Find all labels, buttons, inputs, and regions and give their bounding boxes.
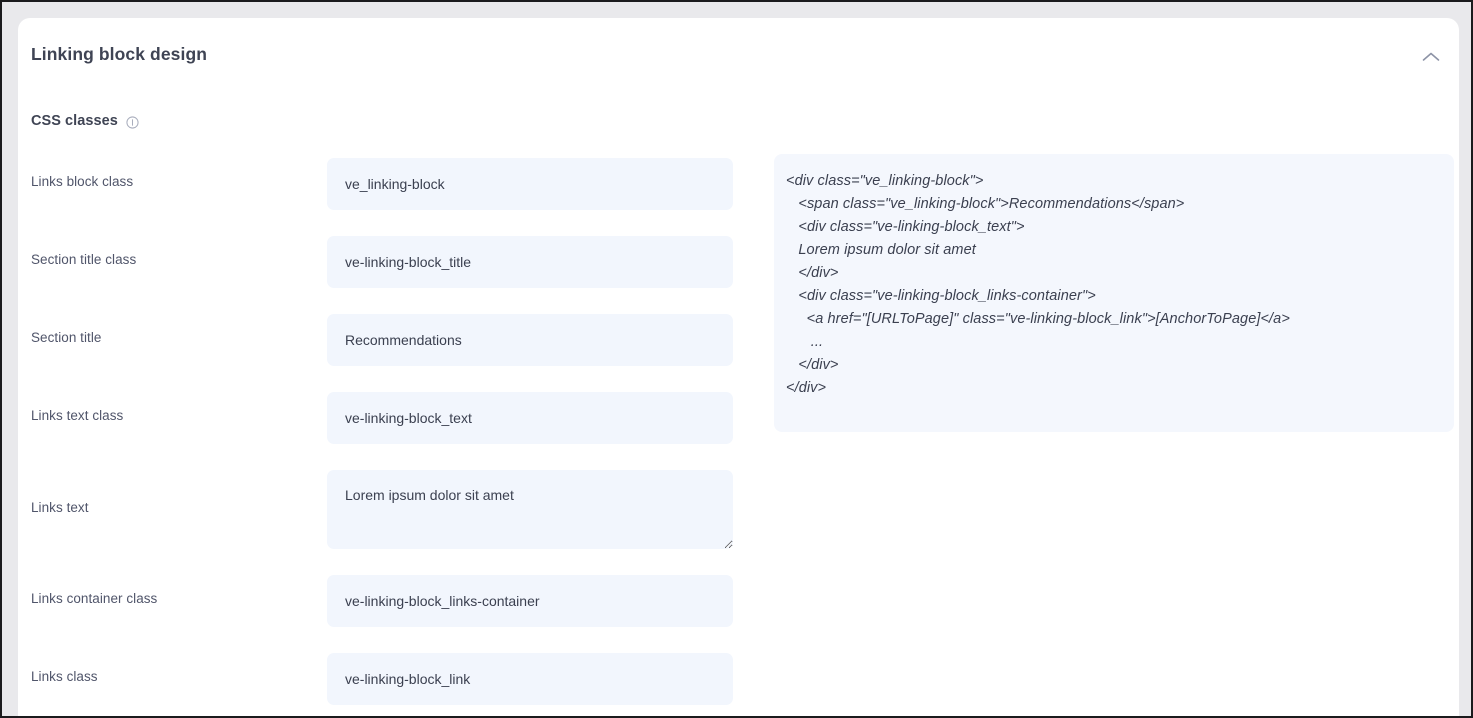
control-section-title-class: [327, 236, 733, 288]
code-line: <span class="ve_linking-block">Recommend…: [786, 193, 1438, 216]
section-title-input[interactable]: [327, 314, 733, 366]
css-classes-section-header: CSS classes: [31, 113, 139, 129]
links-text-input[interactable]: [327, 470, 733, 549]
label-links-text-class: Links text class: [31, 408, 123, 423]
code-line: </div>: [786, 262, 1438, 285]
form-row-links-text: Links text: [18, 470, 1459, 549]
panel-header: Linking block design: [18, 18, 1459, 94]
collapse-panel-button[interactable]: [1414, 40, 1448, 74]
code-line: Lorem ipsum dolor sit amet: [786, 239, 1438, 262]
code-line: ...: [786, 331, 1438, 354]
links-container-class-input[interactable]: [327, 575, 733, 627]
linking-block-design-panel: Linking block design CSS classes Links b…: [18, 18, 1459, 718]
markup-preview-panel: <div class="ve_linking-block"> <span cla…: [774, 154, 1454, 432]
code-line: <div class="ve-linking-block_links-conta…: [786, 285, 1438, 308]
control-links-text-class: [327, 392, 733, 444]
control-section-title: [327, 314, 733, 366]
code-line: </div>: [786, 354, 1438, 377]
label-links-container-class: Links container class: [31, 591, 157, 606]
code-line: </div>: [786, 377, 1438, 400]
links-text-class-input[interactable]: [327, 392, 733, 444]
code-line: <div class="ve-linking-block_text">: [786, 216, 1438, 239]
label-section-title-class: Section title class: [31, 252, 136, 267]
browser-viewport: Linking block design CSS classes Links b…: [0, 0, 1473, 718]
control-links-text: [327, 470, 733, 549]
form-row-links-class: Links class: [18, 653, 1459, 705]
label-links-class: Links class: [31, 669, 98, 684]
code-line: <div class="ve_linking-block">: [786, 170, 1438, 193]
control-links-block-class: [327, 158, 733, 210]
links-block-class-input[interactable]: [327, 158, 733, 210]
page-title: Linking block design: [31, 44, 207, 65]
links-class-input[interactable]: [327, 653, 733, 705]
code-line: <a href="[URLToPage]" class="ve-linking-…: [786, 308, 1438, 331]
section-title-class-input[interactable]: [327, 236, 733, 288]
form-row-links-container-class: Links container class: [18, 575, 1459, 627]
css-classes-label: CSS classes: [31, 113, 118, 129]
control-links-class: [327, 653, 733, 705]
chevron-up-icon: [1422, 51, 1440, 63]
info-circle-icon[interactable]: [126, 116, 139, 129]
label-links-text: Links text: [31, 500, 89, 515]
label-section-title: Section title: [31, 330, 101, 345]
label-links-block-class: Links block class: [31, 174, 133, 189]
control-links-container-class: [327, 575, 733, 627]
